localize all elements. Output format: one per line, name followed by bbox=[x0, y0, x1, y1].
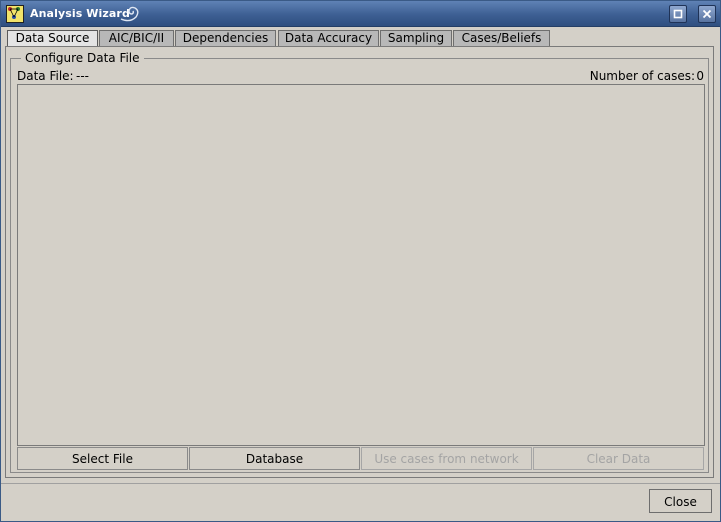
data-preview-area bbox=[17, 84, 705, 446]
clear-data-button[interactable]: Clear Data bbox=[533, 447, 704, 470]
data-source-buttons: Select File Database Use cases from netw… bbox=[17, 447, 705, 471]
tab-cases-beliefs[interactable]: Cases/Beliefs bbox=[453, 30, 550, 46]
group-title: Configure Data File bbox=[21, 51, 144, 65]
data-file-value: --- bbox=[76, 69, 89, 83]
use-cases-from-network-button[interactable]: Use cases from network bbox=[361, 447, 532, 470]
number-of-cases-value: 0 bbox=[696, 69, 704, 83]
analysis-wizard-window: Analysis Wizard Data Source AIC/BIC/II D… bbox=[0, 0, 721, 522]
select-file-button[interactable]: Select File bbox=[17, 447, 188, 470]
app-icon bbox=[6, 5, 24, 23]
maximize-icon[interactable] bbox=[669, 5, 687, 23]
title-bar[interactable]: Analysis Wizard bbox=[1, 1, 720, 27]
bottom-separator bbox=[1, 483, 720, 484]
database-button[interactable]: Database bbox=[189, 447, 360, 470]
number-of-cases-label: Number of cases: bbox=[589, 69, 695, 83]
tab-data-source[interactable]: Data Source bbox=[7, 30, 98, 47]
data-file-label: Data File: bbox=[17, 69, 74, 83]
tab-dependencies[interactable]: Dependencies bbox=[175, 30, 276, 46]
close-button[interactable]: Close bbox=[649, 489, 712, 513]
tab-content-panel: Configure Data File Data File: --- Numbe… bbox=[5, 46, 714, 478]
tab-sampling[interactable]: Sampling bbox=[380, 30, 452, 46]
tab-data-accuracy[interactable]: Data Accuracy bbox=[278, 30, 379, 46]
swirl-icon bbox=[119, 4, 141, 27]
window-title: Analysis Wizard bbox=[30, 7, 130, 20]
tab-aic-bic-ii[interactable]: AIC/BIC/II bbox=[99, 30, 174, 46]
close-icon[interactable] bbox=[698, 5, 716, 23]
